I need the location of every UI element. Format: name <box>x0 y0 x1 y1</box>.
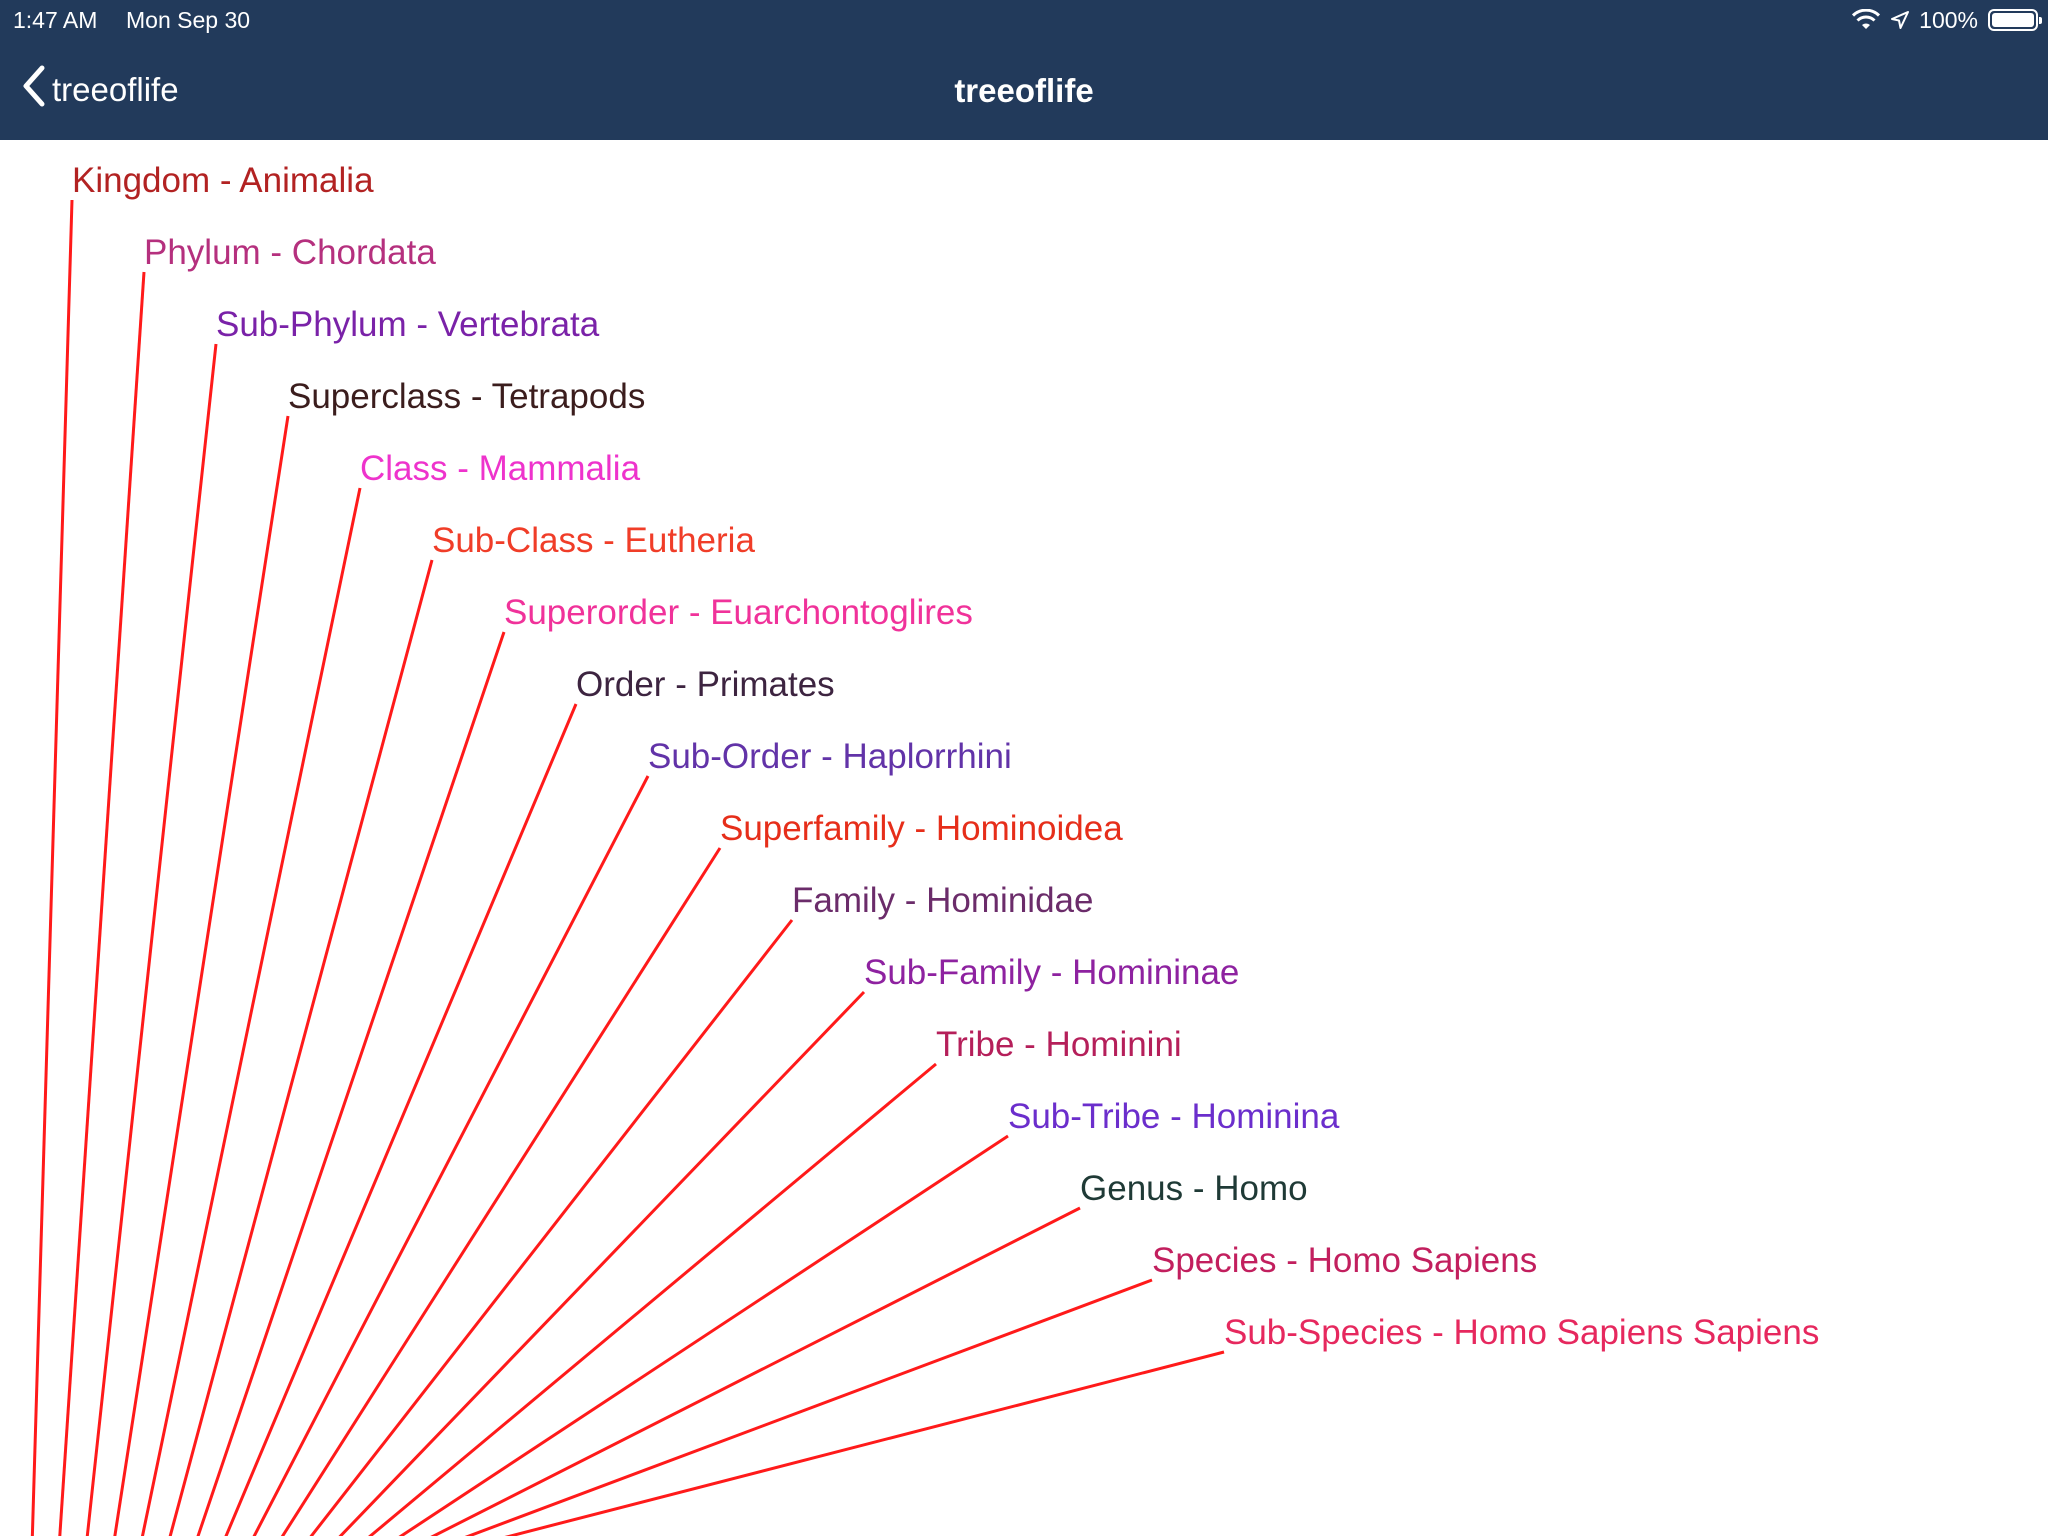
tree-branch-line <box>464 1278 1153 1536</box>
tree-branch-line <box>430 1206 1081 1536</box>
tree-node-label: Species - Homo Sapiens <box>1152 1241 1537 1280</box>
tree-node-label: Sub-Family - Homininae <box>864 953 1239 992</box>
app-window: 1:47 AM Mon Sep 30 100% treeoflife treeo… <box>0 0 2048 1536</box>
tree-node-label: Sub-Tribe - Hominina <box>1008 1097 1340 1136</box>
tree-branch-line <box>196 631 506 1536</box>
tree-node-label: Class - Mammalia <box>360 449 641 488</box>
tree-branch-line <box>280 847 722 1536</box>
tree-node-label: Superclass - Tetrapods <box>288 377 645 416</box>
tree-branch-line <box>398 1134 1009 1536</box>
status-indicators: 100% <box>1851 5 2042 35</box>
tree-node-label: Order - Primates <box>576 665 835 704</box>
tree-branch-line <box>252 775 650 1536</box>
tree-node-label: Sub-Class - Eutheria <box>432 521 755 560</box>
tree-branch-line <box>504 1350 1225 1536</box>
tree-node-label: Phylum - Chordata <box>144 233 436 272</box>
status-bar: 1:47 AM Mon Sep 30 100% <box>0 0 2048 40</box>
navigation-bar: treeoflife treeoflife <box>0 40 2048 140</box>
tree-node-label: Genus - Homo <box>1080 1169 1308 1208</box>
location-arrow-icon <box>1891 11 1910 29</box>
tree-node-label: Sub-Phylum - Vertebrata <box>216 305 600 344</box>
tree-content: Kingdom - Animalia Phylum - Chordata Sub-P… <box>0 140 2048 1536</box>
tree-node-label: Tribe - Hominini <box>936 1025 1182 1064</box>
tree-node-label: Sub-Order - Haplorrhini <box>648 737 1012 776</box>
wifi-icon <box>1851 9 1881 31</box>
tree-node-label: Superfamily - Hominoidea <box>720 809 1123 848</box>
status-time: 1:47 AM <box>13 7 98 33</box>
battery-percent: 100% <box>1919 6 1978 33</box>
tree-diagram: Kingdom - Animalia Phylum - Chordata Sub-P… <box>30 161 1819 1536</box>
tree-branch-line <box>58 271 146 1536</box>
battery-nub <box>2039 17 2042 24</box>
tree-branch-line <box>168 559 434 1536</box>
tree-branch-line <box>113 415 290 1536</box>
tree-node-label: Family - Hominidae <box>792 881 1093 920</box>
page-title: treeoflife <box>954 72 1094 109</box>
tree-branch-line <box>368 1062 937 1536</box>
tree-node-label: Kingdom - Animalia <box>72 161 374 200</box>
tree-node-label: Superorder - Euarchontoglires <box>504 593 973 632</box>
tree-branch-line <box>224 703 578 1536</box>
tree-branch-line <box>85 343 218 1536</box>
battery-fill <box>1992 13 2034 27</box>
tree-branch-line <box>30 199 74 1536</box>
tree-node-label: Sub-Species - Homo Sapiens Sapiens <box>1224 1313 1819 1352</box>
header: 1:47 AM Mon Sep 30 100% treeoflife treeo… <box>0 0 2048 140</box>
status-date: Mon Sep 30 <box>126 7 251 33</box>
battery-icon <box>1988 9 2042 31</box>
